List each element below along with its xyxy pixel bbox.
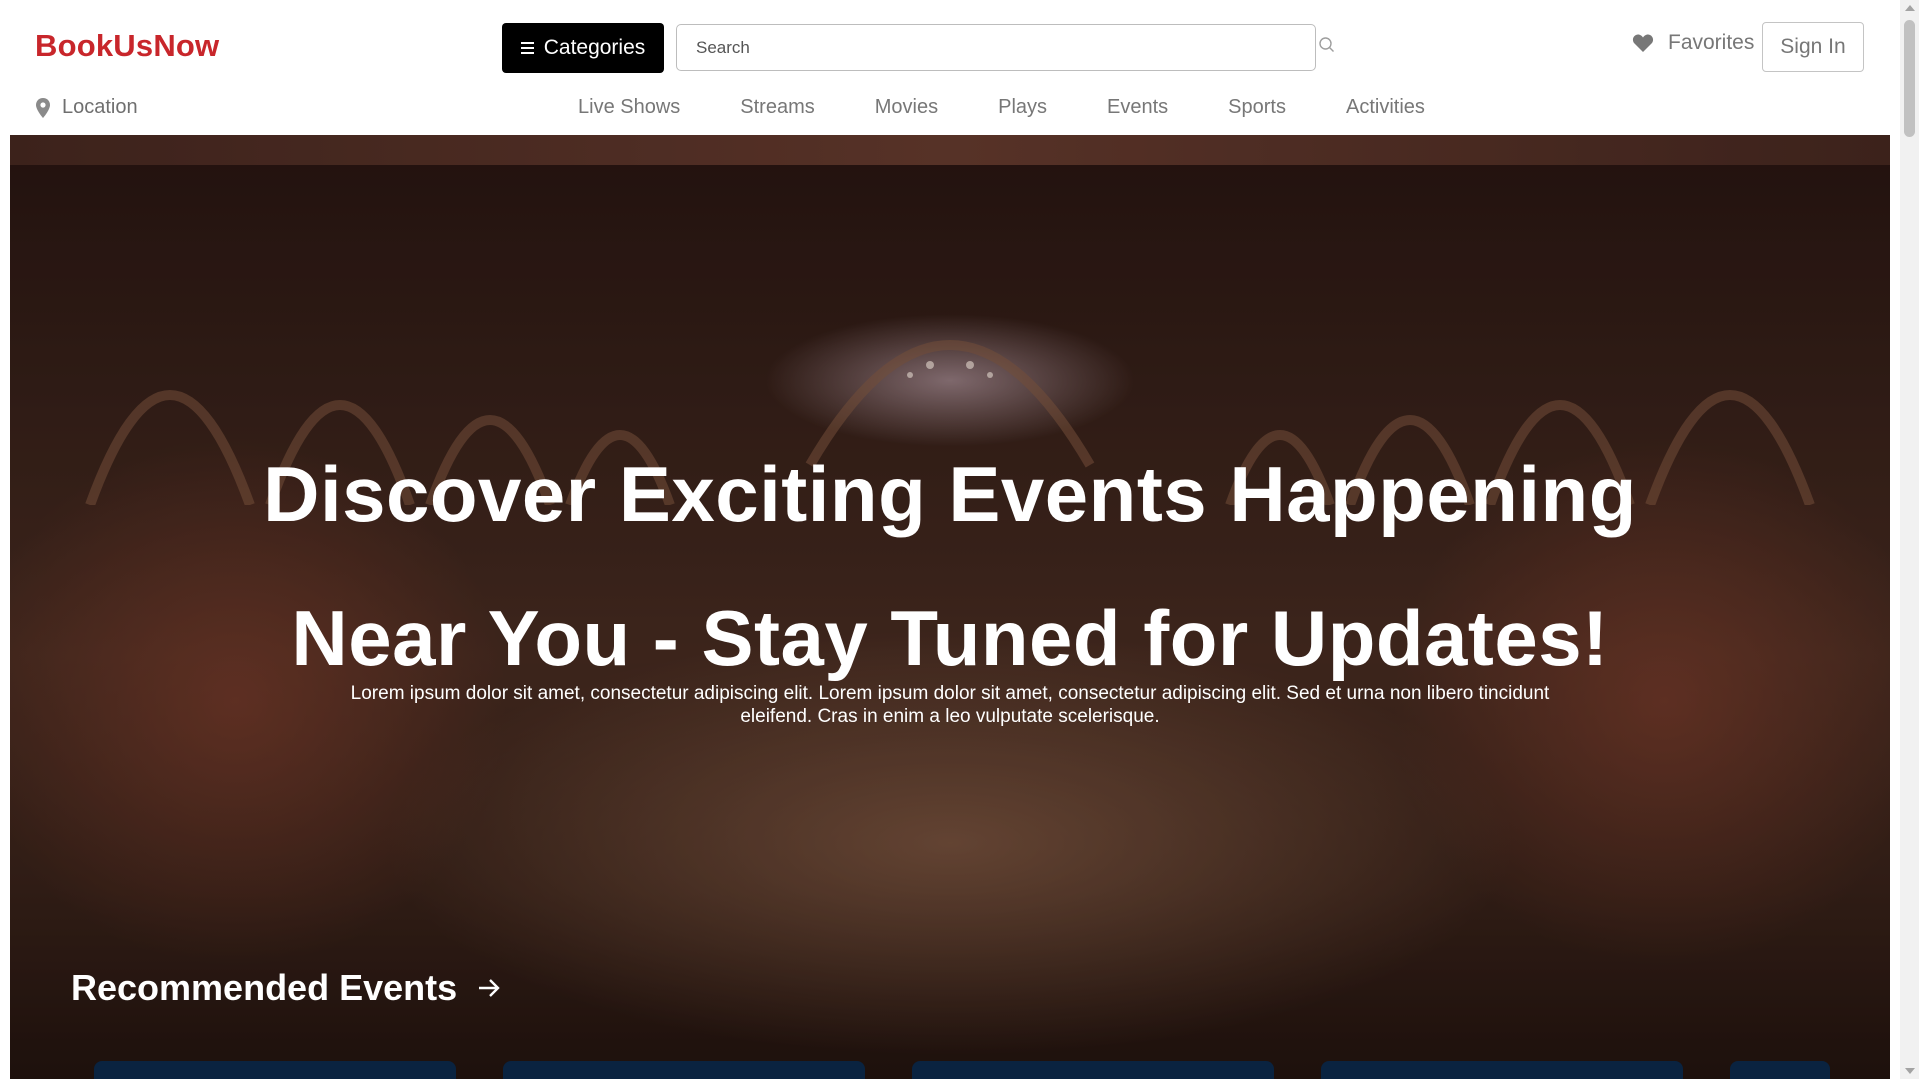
hero-title: Discover Exciting Events Happening Near …	[10, 422, 1890, 710]
sign-in-button[interactable]: Sign In	[1762, 22, 1864, 72]
nav-item-movies[interactable]: Movies	[875, 96, 938, 119]
logo[interactable]: BookUsNow	[35, 28, 219, 64]
nav-item-activities[interactable]: Activities	[1346, 96, 1425, 119]
recommended-events-heading: Recommended Events	[71, 967, 458, 1008]
hero-title-line-1: Discover Exciting Events Happening	[263, 450, 1637, 538]
site-header: BookUsNow Categories Favorites Sign In L…	[0, 0, 1900, 135]
nav-item-sports[interactable]: Sports	[1228, 96, 1286, 119]
search-icon[interactable]	[1318, 36, 1336, 54]
category-nav: Live Shows Streams Movies Plays Events S…	[578, 96, 1425, 119]
hero-description: Lorem ipsum dolor sit amet, consectetur …	[350, 683, 1550, 727]
nav-item-events[interactable]: Events	[1107, 96, 1168, 119]
scroll-up-icon[interactable]	[1905, 5, 1915, 11]
favorites-label: Favorites	[1668, 31, 1755, 54]
search-input[interactable]	[676, 24, 1316, 71]
heart-icon	[1632, 34, 1654, 52]
location-pin-icon	[36, 97, 50, 118]
hero-banner: Discover Exciting Events Happening Near …	[10, 135, 1890, 1079]
scrollbar-thumb[interactable]	[1904, 20, 1915, 137]
nav-item-plays[interactable]: Plays	[998, 96, 1047, 119]
recommended-events-link[interactable]: Recommended Events	[71, 967, 501, 1009]
event-card[interactable]	[1730, 1061, 1830, 1079]
event-card[interactable]	[1321, 1061, 1683, 1079]
categories-label: Categories	[543, 36, 646, 59]
recommended-events-row	[94, 1061, 1854, 1079]
nav-item-live-shows[interactable]: Live Shows	[578, 96, 680, 119]
location-label: Location	[62, 96, 138, 118]
hamburger-icon	[520, 42, 534, 54]
nav-item-streams[interactable]: Streams	[740, 96, 814, 119]
favorites-link[interactable]: Favorites	[1632, 31, 1754, 55]
scroll-down-icon[interactable]	[1905, 1068, 1915, 1074]
event-card[interactable]	[503, 1061, 865, 1079]
categories-button[interactable]: Categories	[502, 23, 664, 73]
event-card[interactable]	[94, 1061, 456, 1079]
page-scrollbar[interactable]	[1900, 0, 1919, 1079]
arrow-right-icon	[479, 979, 500, 997]
event-card[interactable]	[912, 1061, 1274, 1079]
location-selector[interactable]: Location	[36, 96, 138, 119]
